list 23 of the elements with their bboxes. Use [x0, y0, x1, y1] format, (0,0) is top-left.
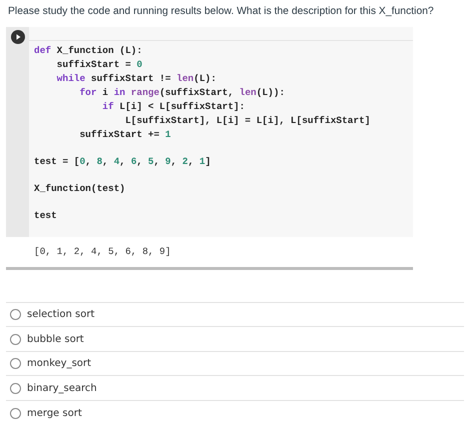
code-line: if L[i] < L[suffixStart]: — [101, 100, 245, 114]
option-label[interactable]: merge sort — [27, 406, 82, 421]
option-label[interactable]: monkey_sort — [27, 356, 92, 372]
code-line: def X_function (L): — [34, 44, 142, 58]
code-line: while suffixStart != len(L): — [56, 72, 216, 86]
run-icon[interactable] — [10, 30, 24, 44]
radio-button[interactable] — [10, 309, 21, 320]
radio-button[interactable] — [10, 382, 21, 394]
question-text: Please study the code and running results below. What is the description for this X_function? — [7, 5, 435, 19]
code-line: test = [0, 8, 4, 6, 5, 9, 2, 1] — [34, 154, 211, 169]
code-line: for i in range(suffixStart, len(L)): — [78, 86, 285, 100]
code-line: suffixStart += 1 — [78, 128, 171, 142]
option-label[interactable]: binary_search — [27, 380, 97, 396]
radio-button[interactable] — [10, 334, 21, 345]
radio-button[interactable] — [10, 408, 21, 419]
option-label[interactable]: bubble sort — [27, 332, 84, 347]
option-label[interactable]: selection sort — [27, 307, 94, 322]
radio-button[interactable] — [10, 358, 21, 370]
code-line: L[suffixStart], L[i] = L[i], L[suffixStart] — [124, 114, 370, 128]
code-line: test — [34, 208, 57, 223]
code-line: X_function(test) — [34, 182, 126, 196]
output-text: [0, 1, 2, 4, 5, 6, 8, 9] — [34, 244, 171, 259]
code-line: suffixStart = 0 — [56, 58, 142, 72]
